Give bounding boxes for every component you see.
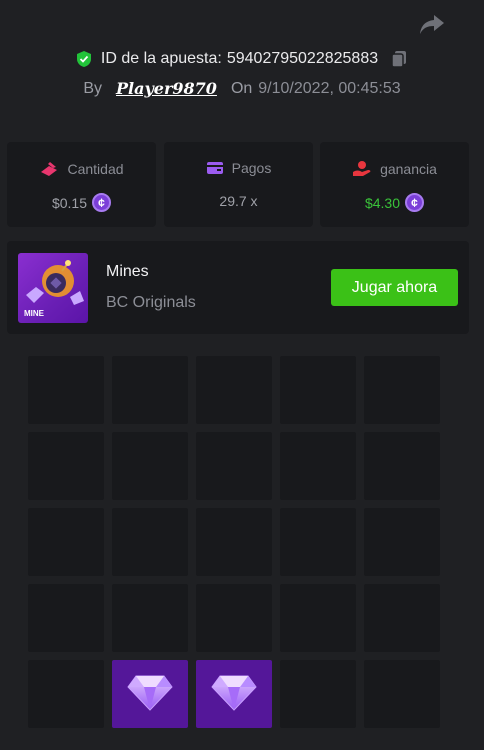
board-tile: [364, 584, 440, 652]
game-provider: BC Originals: [106, 294, 196, 311]
profit-card: ganancia $4.30 ¢: [320, 142, 469, 227]
board-tile: [28, 432, 104, 500]
by-label: By: [83, 79, 103, 97]
board-tile: [112, 584, 188, 652]
board-tile: [280, 660, 356, 728]
bet-date: 9/10/2022, 00:45:53: [258, 79, 401, 97]
board-tile: [196, 584, 272, 652]
board-tile: [112, 356, 188, 424]
board-tile: [280, 356, 356, 424]
game-card: MINE Mines BC Originals Jugar ahora: [7, 241, 469, 334]
board-tile: [364, 660, 440, 728]
payout-card: Pagos 29.7 x: [164, 142, 313, 227]
payout-value: 29.7 x: [219, 193, 258, 209]
coin-icon: ¢: [92, 193, 112, 212]
board-tile: [28, 660, 104, 728]
diamond-icon: [211, 675, 257, 711]
board-tile: [112, 432, 188, 500]
board-tile-gem: [112, 660, 188, 728]
bet-id-label: ID de la apuesta:: [100, 50, 222, 67]
thumb-label: MINE: [24, 309, 44, 318]
bet-id-value: 59402795022825883: [226, 50, 379, 67]
profit-label: ganancia: [380, 161, 437, 177]
board-tile: [196, 356, 272, 424]
play-now-button[interactable]: Jugar ahora: [331, 269, 458, 306]
board-tile: [196, 432, 272, 500]
board-tile: [28, 508, 104, 576]
bet-icon: [41, 162, 58, 176]
payout-label: Pagos: [231, 160, 272, 176]
game-name[interactable]: Mines: [106, 263, 149, 281]
board-tile: [280, 584, 356, 652]
board-tile-gem: [196, 660, 272, 728]
shield-check-icon: [76, 51, 91, 67]
board-tile: [364, 356, 440, 424]
profit-hand-icon: [353, 161, 371, 176]
bet-id-row: ID de la apuesta: 59402795022825883: [0, 49, 484, 69]
board-tile: [280, 508, 356, 576]
copy-icon[interactable]: [389, 49, 409, 69]
on-label: On: [230, 79, 253, 97]
board-tile: [196, 508, 272, 576]
wallet-icon: [206, 162, 223, 174]
board-tile: [112, 508, 188, 576]
board-tile: [364, 432, 440, 500]
board-tile: [28, 584, 104, 652]
diamond-icon: [127, 675, 173, 711]
board-tile: [28, 356, 104, 424]
coin-icon: ¢: [405, 193, 425, 212]
amount-card: Cantidad $0.15 ¢: [7, 142, 156, 227]
bettor-row: By Player9870 On 9/10/2022, 00:45:53: [0, 79, 484, 98]
amount-value: $0.15: [51, 194, 88, 211]
board-tile: [280, 432, 356, 500]
board-tile: [364, 508, 440, 576]
amount-label: Cantidad: [67, 161, 124, 177]
mines-thumbnail[interactable]: MINE: [18, 253, 88, 323]
mines-board: [28, 356, 440, 728]
player-name-link[interactable]: Player9870: [116, 79, 217, 98]
share-icon[interactable]: [418, 12, 446, 38]
profit-value: $4.30: [364, 194, 401, 211]
